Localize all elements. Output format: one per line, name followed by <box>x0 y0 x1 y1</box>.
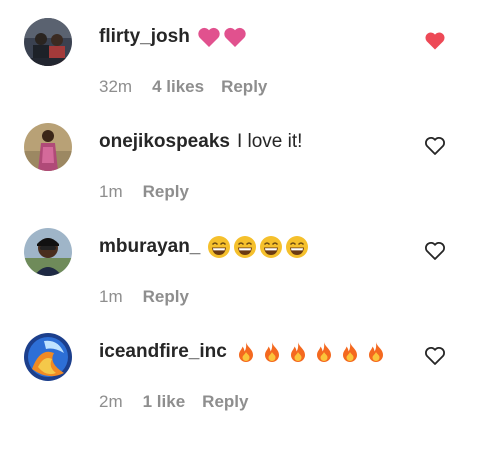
comment-item: onejikospeaks I love it! 1m Reply <box>0 123 480 223</box>
pink-heart-icon <box>223 26 247 48</box>
comment-text <box>234 340 390 364</box>
fire-icon <box>286 340 310 364</box>
comment-meta: 32m 4 likes Reply <box>99 76 267 98</box>
comment-username[interactable]: mburayan_ <box>99 236 200 258</box>
reply-button[interactable]: Reply <box>202 392 248 412</box>
comment-text <box>197 26 249 48</box>
grinning-face-icon <box>285 235 309 259</box>
pink-heart-icon <box>197 26 221 48</box>
comment-text: I love it! <box>236 131 303 152</box>
reply-button[interactable]: Reply <box>143 182 189 202</box>
comment-time: 1m <box>99 182 123 201</box>
comment-item: mburayan_ 1m Reply <box>0 228 480 328</box>
grinning-face-icon <box>207 235 231 259</box>
avatar[interactable] <box>24 333 72 381</box>
comment-meta: 1m Reply <box>99 286 189 308</box>
heart-outline-icon[interactable] <box>424 346 446 366</box>
heart-outline-icon[interactable] <box>424 136 446 156</box>
likes-count[interactable]: 4 likes <box>152 77 204 97</box>
fire-icon <box>260 340 284 364</box>
reply-button[interactable]: Reply <box>143 287 189 307</box>
reply-button[interactable]: Reply <box>221 77 267 97</box>
liked-heart-icon[interactable] <box>424 31 446 51</box>
comment-line: iceandfire_inc <box>99 337 390 367</box>
grinning-face-icon <box>233 235 257 259</box>
likes-count[interactable]: 1 like <box>143 392 186 412</box>
fire-icon <box>234 340 258 364</box>
comment-meta: 2m 1 like Reply <box>99 391 248 413</box>
avatar[interactable] <box>24 123 72 171</box>
fire-icon <box>312 340 336 364</box>
fire-icon <box>338 340 362 364</box>
comment-username[interactable]: iceandfire_inc <box>99 341 227 363</box>
comment-line: mburayan_ <box>99 232 311 262</box>
comment-item: iceandfire_inc 2m 1 like Reply <box>0 333 480 433</box>
comment-time: 32m <box>99 77 133 96</box>
comment-time: 2m <box>99 392 123 411</box>
comment-line: flirty_josh <box>99 22 249 52</box>
avatar[interactable] <box>24 228 72 276</box>
comment-meta: 1m Reply <box>99 181 189 203</box>
comment-username[interactable]: onejikospeaks <box>99 131 230 153</box>
comment-time: 1m <box>99 287 123 306</box>
comment-username[interactable]: flirty_josh <box>99 26 190 48</box>
comment-line: onejikospeaks I love it! <box>99 127 302 157</box>
fire-icon <box>364 340 388 364</box>
avatar[interactable] <box>24 18 72 66</box>
comment-item: flirty_josh 32m 4 likes Reply <box>0 18 480 118</box>
grinning-face-icon <box>259 235 283 259</box>
comment-text <box>207 235 311 259</box>
heart-outline-icon[interactable] <box>424 241 446 261</box>
